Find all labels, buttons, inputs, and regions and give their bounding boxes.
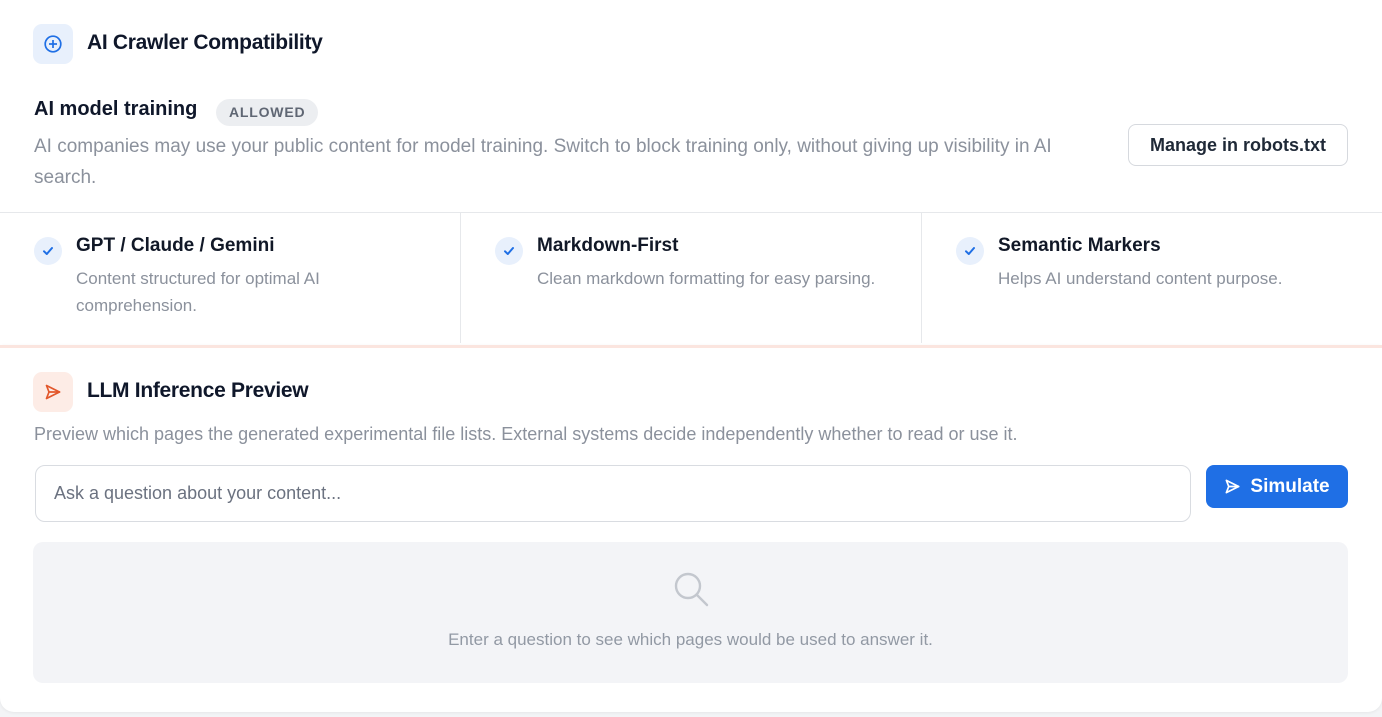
- features-row: GPT / Claude / Gemini Content structured…: [0, 212, 1382, 343]
- send-icon: [1225, 479, 1240, 494]
- simulate-label: Simulate: [1250, 475, 1330, 497]
- feature-description: Content structured for optimal AI compre…: [76, 269, 320, 315]
- feature-item: Semantic Markers Helps AI understand con…: [922, 213, 1382, 343]
- status-badge: ALLOWED: [216, 99, 319, 126]
- feature-title: Semantic Markers: [998, 235, 1161, 256]
- empty-state-text: Enter a question to see which pages woul…: [448, 630, 933, 649]
- feature-title: Markdown-First: [537, 235, 679, 256]
- inference-section-title: LLM Inference Preview: [87, 379, 309, 402]
- crawler-section-title: AI Crawler Compatibility: [87, 31, 323, 54]
- search-icon: [671, 569, 711, 609]
- training-description: AI companies may use your public content…: [34, 136, 1052, 188]
- results-empty-state: Enter a question to see which pages woul…: [33, 542, 1348, 683]
- check-icon: [956, 237, 984, 265]
- page: AI Crawler Compatibility AI model traini…: [0, 0, 1382, 717]
- feature-description: Helps AI understand content purpose.: [998, 269, 1283, 288]
- check-icon: [34, 237, 62, 265]
- feature-item: GPT / Claude / Gemini Content structured…: [0, 213, 461, 343]
- simulate-button[interactable]: Simulate: [1206, 465, 1348, 508]
- crawler-compatibility-card: AI Crawler Compatibility AI model traini…: [0, 0, 1382, 345]
- training-title: AI model training: [34, 98, 198, 120]
- inference-description: Preview which pages the generated experi…: [34, 424, 1018, 444]
- check-icon: [495, 237, 523, 265]
- question-input[interactable]: [35, 465, 1191, 522]
- manage-robots-button[interactable]: Manage in robots.txt: [1128, 124, 1348, 166]
- feature-item: Markdown-First Clean markdown formatting…: [461, 213, 922, 343]
- feature-title: GPT / Claude / Gemini: [76, 235, 275, 256]
- send-icon: [33, 372, 73, 412]
- plus-circle-icon: [33, 24, 73, 64]
- feature-description: Clean markdown formatting for easy parsi…: [537, 269, 876, 288]
